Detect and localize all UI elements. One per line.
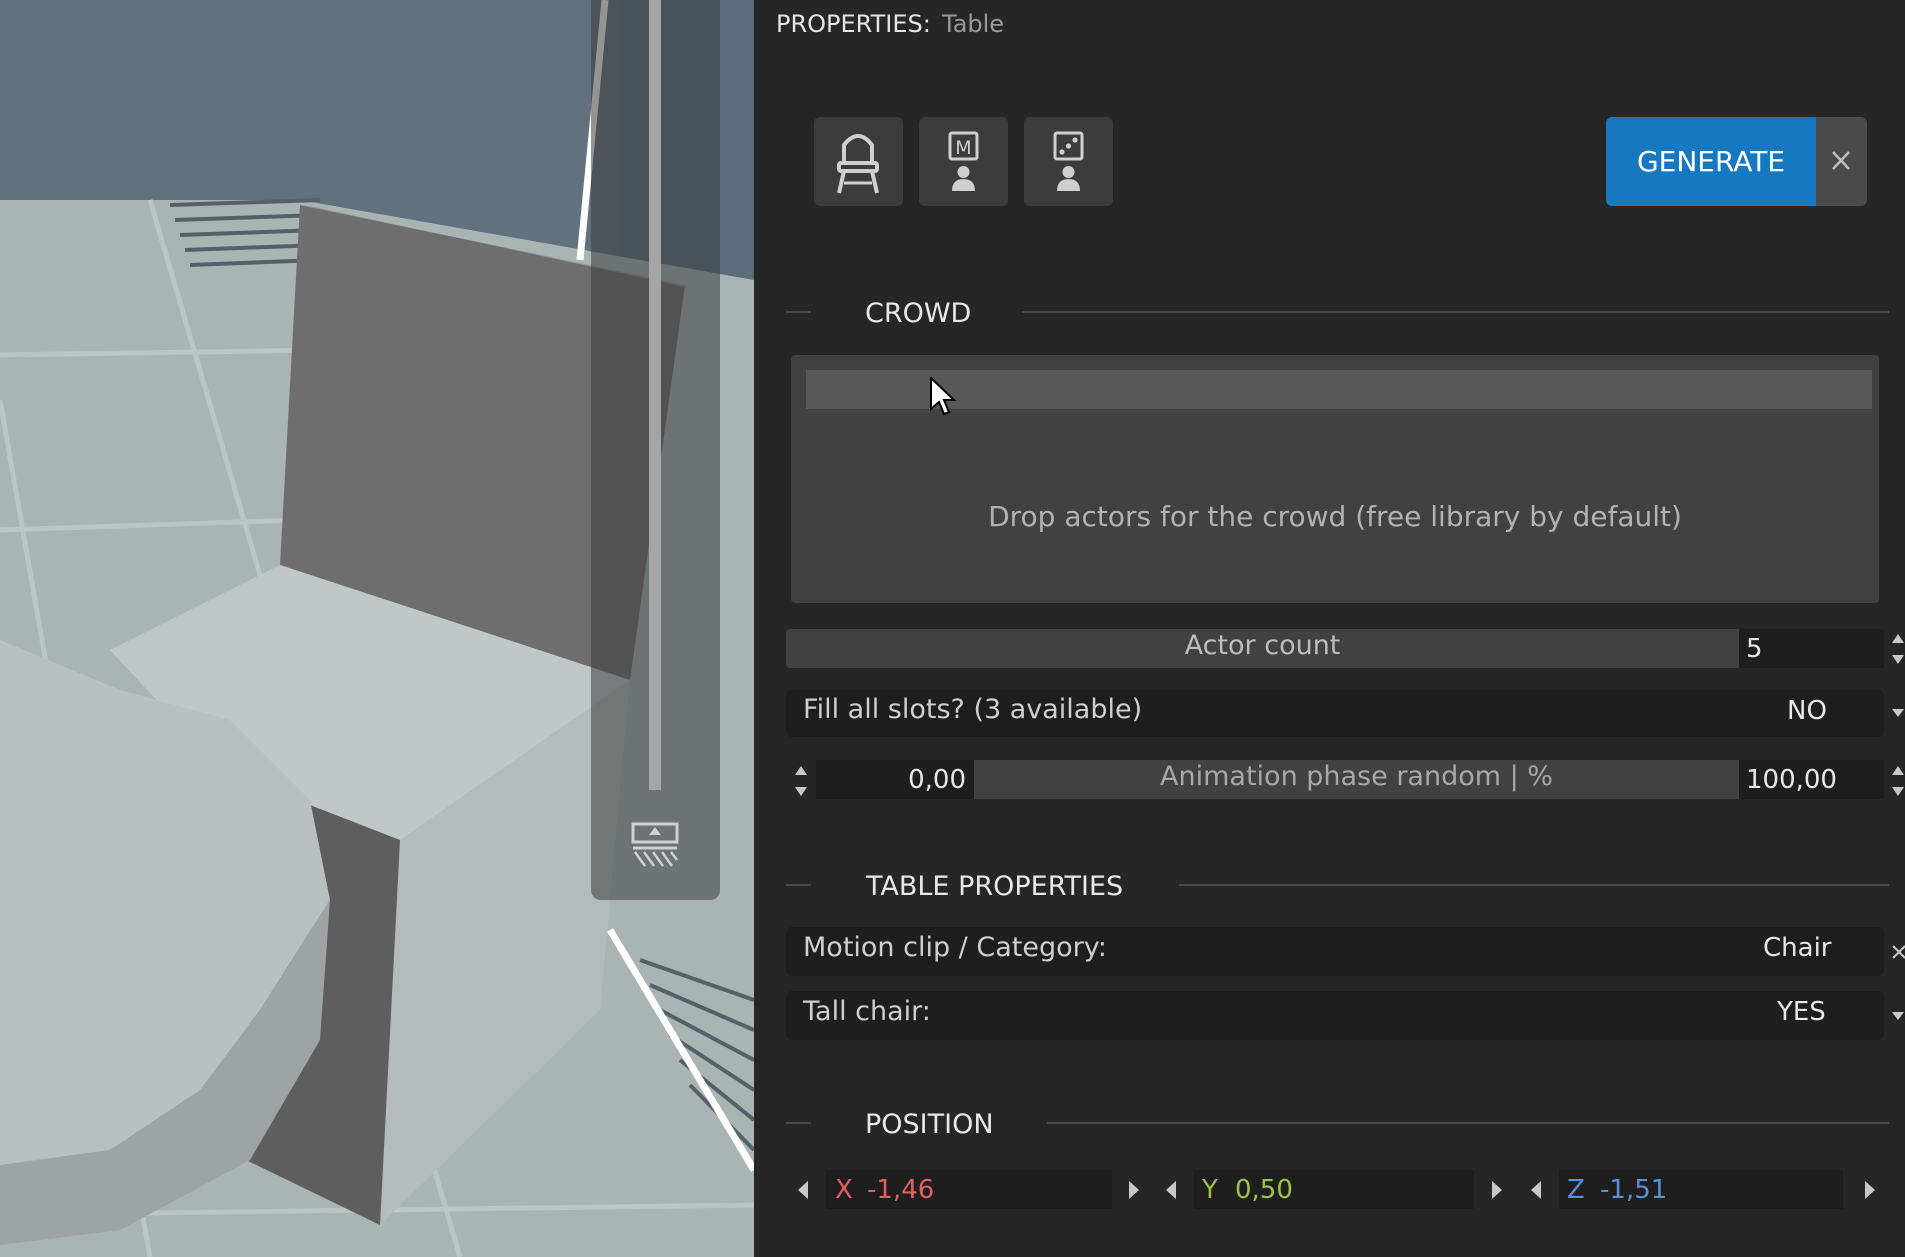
motion-actor-button[interactable]: M — [919, 117, 1008, 206]
tall-chair-value: YES — [1777, 997, 1826, 1027]
actor-count-label: Actor count — [1184, 630, 1341, 661]
generate-button[interactable]: GENERATE — [1606, 117, 1816, 206]
anim-max-value: 100,00 — [1746, 765, 1837, 795]
section-divider — [786, 884, 811, 886]
y-axis-label: Y — [1202, 1175, 1218, 1205]
chair-tool-button[interactable] — [814, 117, 903, 206]
ground-snap-icon[interactable] — [630, 822, 680, 870]
tall-chair-dropdown[interactable] — [786, 991, 1884, 1040]
section-divider — [1047, 1122, 1889, 1124]
clear-icon[interactable] — [1891, 944, 1905, 960]
x-position-value: -1,46 — [867, 1175, 935, 1205]
section-title-table-properties: TABLE PROPERTIES — [866, 871, 1124, 902]
actor-count-stepper[interactable] — [1891, 632, 1905, 666]
chevron-down-icon[interactable] — [1891, 708, 1905, 718]
chair-icon — [837, 134, 879, 194]
3d-viewport[interactable] — [0, 0, 754, 1257]
tall-chair-label: Tall chair: — [803, 996, 931, 1027]
svg-text:M: M — [955, 137, 971, 159]
dice-actor-icon — [1053, 131, 1084, 191]
drop-zone-header-bar — [806, 370, 1872, 409]
mouse-cursor-icon — [930, 377, 957, 416]
section-divider — [786, 1122, 811, 1124]
z-position-value: -1,51 — [1600, 1175, 1668, 1205]
section-divider — [1179, 884, 1889, 886]
anim-min-stepper-icon[interactable] — [794, 764, 808, 798]
actor-count-value: 5 — [1746, 634, 1763, 664]
motion-clip-value: Chair — [1763, 933, 1832, 963]
m-actor-icon: M — [948, 131, 979, 191]
x-decrement-arrow-icon[interactable] — [797, 1180, 809, 1200]
anim-min-value: 0,00 — [908, 765, 966, 795]
section-divider — [786, 311, 811, 313]
x-axis-label: X — [835, 1175, 853, 1205]
z-decrement-arrow-icon[interactable] — [1530, 1180, 1542, 1200]
z-increment-arrow-icon[interactable] — [1864, 1180, 1876, 1200]
properties-object-name: Table — [942, 10, 1005, 38]
motion-clip-label: Motion clip / Category: — [803, 932, 1107, 963]
close-icon — [1832, 151, 1850, 170]
viewport-slider[interactable] — [649, 0, 661, 790]
anim-range-label: Animation phase random | % — [1160, 761, 1553, 792]
properties-label: PROPERTIES: — [776, 10, 931, 38]
chevron-down-icon[interactable] — [1891, 1011, 1905, 1021]
properties-panel: PROPERTIES: Table M GENERATE CROWD Drop … — [754, 0, 1905, 1257]
section-title-position: POSITION — [865, 1109, 994, 1140]
x-increment-arrow-icon[interactable] — [1128, 1180, 1140, 1200]
y-increment-arrow-icon[interactable] — [1491, 1180, 1503, 1200]
up-down-arrows-icon — [1892, 634, 1904, 664]
fill-slots-value: NO — [1787, 696, 1827, 726]
section-divider — [1022, 311, 1889, 313]
section-title-crowd: CROWD — [865, 298, 972, 329]
y-decrement-arrow-icon[interactable] — [1165, 1180, 1177, 1200]
anim-max-stepper-icon[interactable] — [1891, 764, 1905, 798]
generate-close-button[interactable] — [1816, 117, 1867, 206]
random-actor-button[interactable] — [1024, 117, 1113, 206]
drop-zone-hint: Drop actors for the crowd (free library … — [988, 500, 1682, 533]
fill-slots-label: Fill all slots? (3 available) — [803, 694, 1143, 725]
y-position-value: 0,50 — [1235, 1175, 1293, 1205]
z-axis-label: Z — [1567, 1175, 1585, 1205]
